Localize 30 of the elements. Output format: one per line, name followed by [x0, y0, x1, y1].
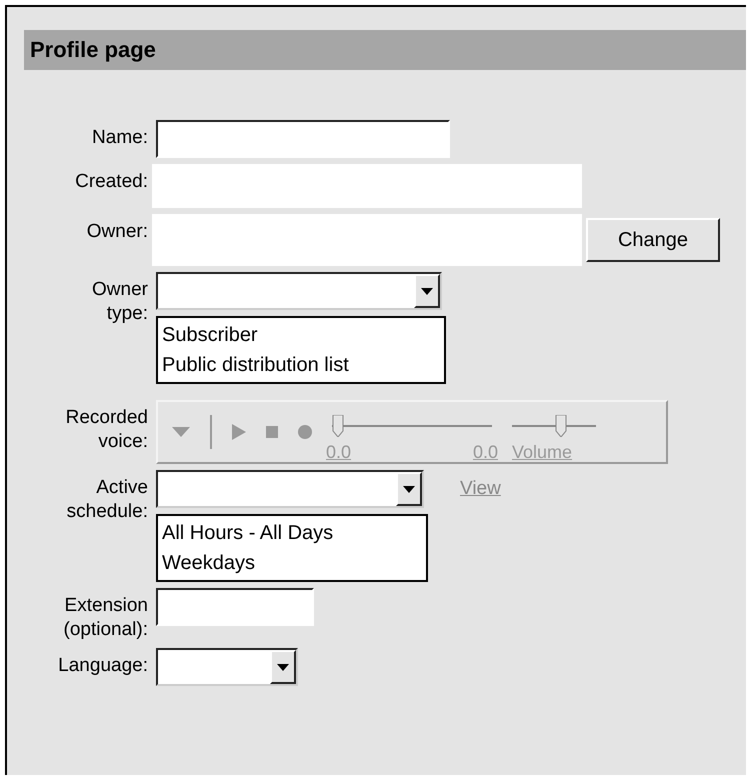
caret-icon	[277, 664, 289, 670]
slider-thumb[interactable]	[332, 415, 344, 437]
position-slider[interactable]	[332, 415, 492, 437]
dropdown-option[interactable]: Public distribution list	[162, 350, 440, 380]
dropdown-option[interactable]: All Hours - All Days	[162, 518, 422, 548]
dropdown-field[interactable]	[156, 470, 424, 508]
dropdown-field[interactable]	[156, 272, 442, 310]
volume-label: Volume	[512, 442, 572, 463]
start-reading: 0.0	[326, 442, 352, 463]
dropdown-option[interactable]: Subscriber	[162, 320, 440, 350]
field-label: Recorded voice:	[64, 406, 148, 454]
field-label: Language:	[57, 654, 148, 678]
text-field[interactable]	[156, 588, 314, 626]
caret-icon	[421, 288, 433, 294]
separator-line	[210, 415, 212, 449]
text-field[interactable]	[156, 120, 450, 158]
dropdown-option[interactable]: Weekdays	[162, 548, 422, 578]
field-label: Created:	[74, 170, 148, 194]
caret-icon	[403, 486, 415, 492]
page-title: Profile page	[24, 30, 746, 70]
end-reading: 0.0	[472, 442, 498, 463]
field-label: Extension (optional):	[62, 594, 148, 642]
field-label: Name:	[91, 126, 148, 150]
volume-thumb[interactable]	[555, 415, 568, 437]
field-label: Owner type:	[91, 278, 148, 326]
field-label: Owner:	[86, 220, 148, 244]
change-button[interactable]: Change	[586, 218, 720, 262]
volume-slider[interactable]	[512, 415, 596, 437]
dropdown-field[interactable]	[156, 648, 298, 686]
field-label: Active schedule:	[66, 476, 148, 524]
